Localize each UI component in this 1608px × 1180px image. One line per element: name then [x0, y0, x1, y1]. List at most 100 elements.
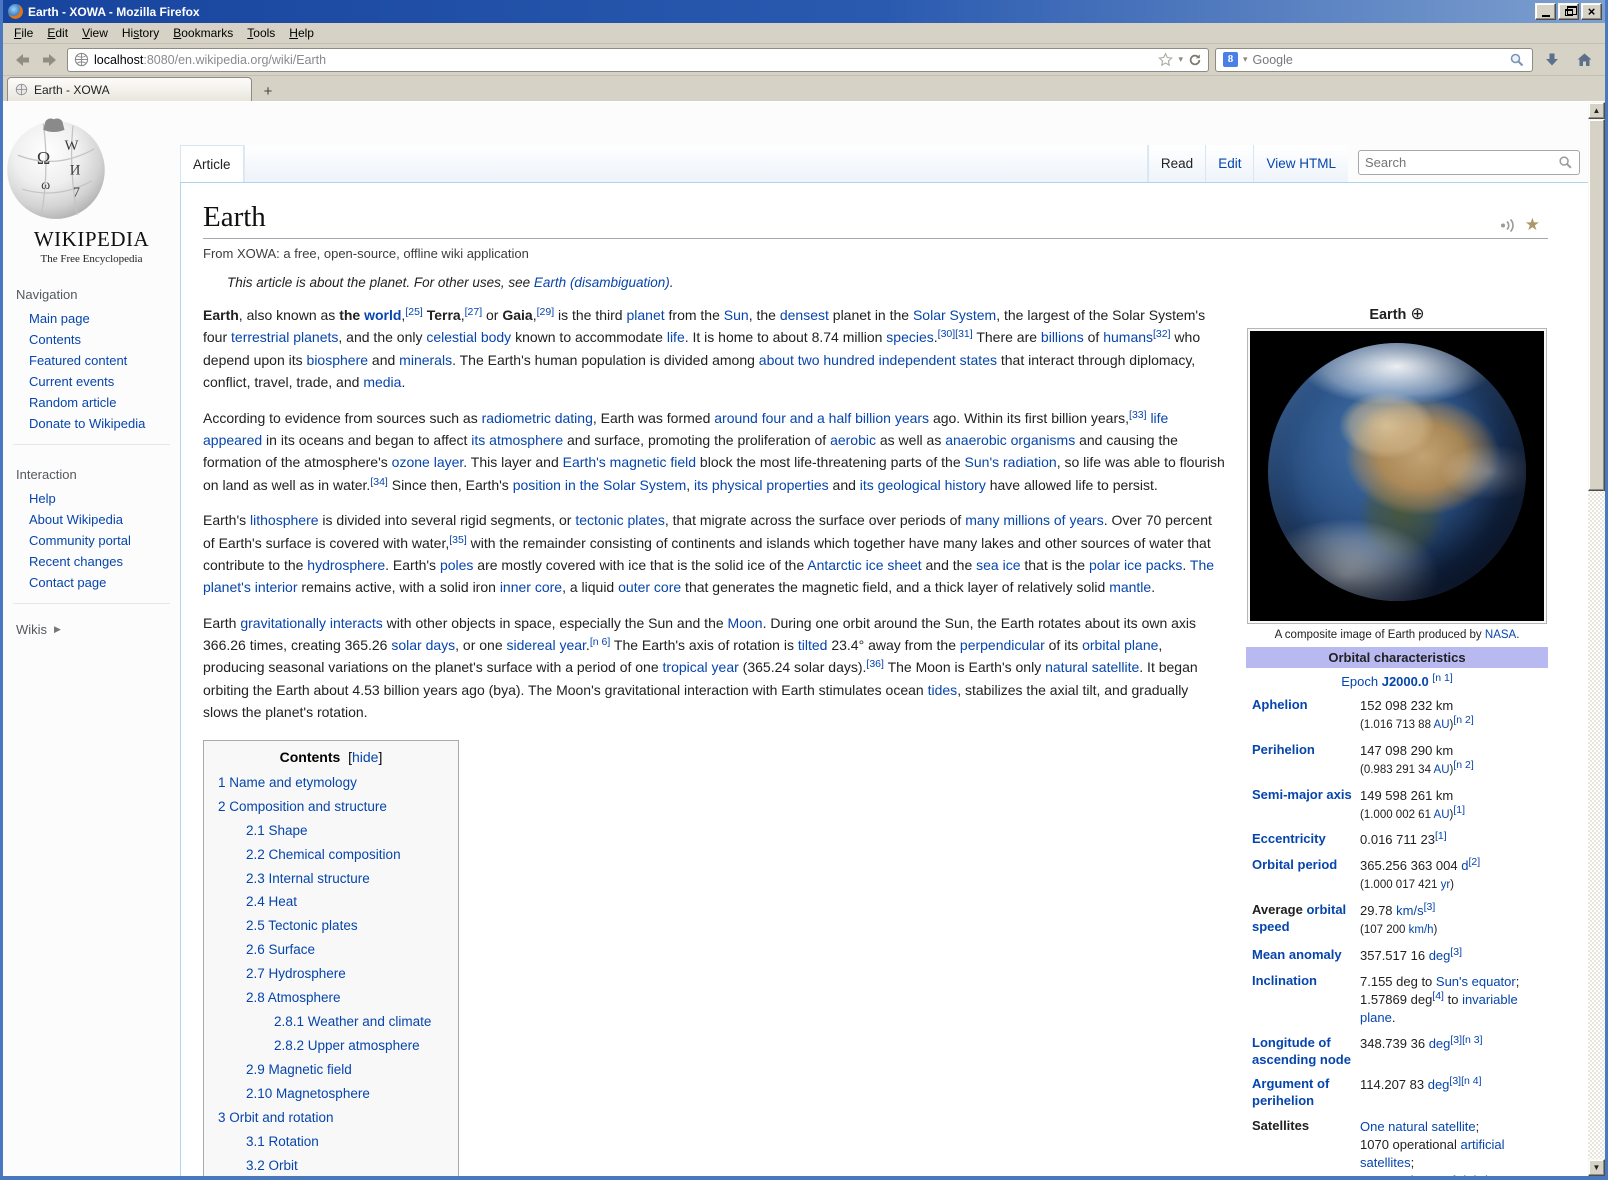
wiki-link[interactable]: tectonic plates: [575, 512, 665, 528]
wiki-link[interactable]: perpendicular: [960, 637, 1045, 653]
wiki-link[interactable]: [34]: [370, 476, 388, 488]
toc-link-2.10[interactable]: 2.10 Magnetosphere: [246, 1086, 370, 1101]
wiki-link[interactable]: planet: [626, 307, 664, 323]
tab-article[interactable]: Article: [180, 145, 244, 182]
wiki-link[interactable]: AU: [1434, 764, 1450, 776]
wiki-link[interactable]: J2000.0: [1382, 674, 1429, 689]
wiki-link[interactable]: tropical year: [663, 659, 739, 675]
toc-link-2.6[interactable]: 2.6 Surface: [246, 942, 315, 957]
url-bar[interactable]: localhost:8080/en.wikipedia.org/wiki/Ear…: [67, 48, 1209, 72]
wiki-link[interactable]: mantle: [1109, 579, 1151, 595]
toc-link-2.1[interactable]: 2.1 Shape: [246, 823, 308, 838]
wiki-link[interactable]: tilted: [798, 637, 828, 653]
earth-image-frame[interactable]: [1247, 328, 1547, 624]
menu-help[interactable]: Help: [282, 24, 321, 42]
wiki-link[interactable]: [36]: [866, 658, 884, 670]
wiki-search-icon[interactable]: [1558, 155, 1573, 170]
downloads-button[interactable]: [1539, 48, 1565, 72]
wiki-link[interactable]: densest: [780, 307, 829, 323]
wiki-link[interactable]: [35]: [449, 534, 467, 546]
wiki-link[interactable]: hydrosphere: [307, 557, 385, 573]
wiki-link[interactable]: [n 1]: [1432, 672, 1452, 684]
wiki-link[interactable]: Aphelion: [1252, 697, 1308, 712]
wiki-link[interactable]: [4]: [1432, 990, 1444, 1002]
wiki-link[interactable]: anaerobic organisms: [945, 432, 1075, 448]
wiki-link[interactable]: celestial body: [426, 329, 511, 345]
wiki-link[interactable]: Antarctic ice sheet: [807, 557, 921, 573]
wiki-link[interactable]: AU: [1434, 809, 1450, 821]
toc-link-1[interactable]: 1 Name and etymology: [218, 775, 357, 790]
wiki-link[interactable]: natural satellite: [1045, 659, 1139, 675]
wiki-link[interactable]: life: [667, 329, 685, 345]
sidebar-item-featured-content[interactable]: Featured content: [3, 350, 180, 371]
wiki-search-input[interactable]: [1365, 155, 1558, 170]
sidebar-item-help[interactable]: Help: [3, 488, 180, 509]
wiki-link[interactable]: [n 2]: [1453, 714, 1473, 726]
wiki-link[interactable]: NASA: [1485, 629, 1516, 641]
toc-link-3[interactable]: 3 Orbit and rotation: [218, 1110, 334, 1125]
wiki-link[interactable]: [3][n 4]: [1449, 1075, 1481, 1087]
wiki-link[interactable]: humans: [1103, 329, 1153, 345]
toc-link-2.5[interactable]: 2.5 Tectonic plates: [246, 918, 358, 933]
sidebar-item-random-article[interactable]: Random article: [3, 392, 180, 413]
wiki-link[interactable]: outer core: [618, 579, 681, 595]
close-button[interactable]: ×: [1581, 3, 1602, 20]
title-bar[interactable]: Earth - XOWA - Mozilla Firefox ×: [3, 0, 1605, 23]
wiki-link[interactable]: position in the Solar System: [513, 477, 687, 493]
wiki-link[interactable]: deg: [1428, 1077, 1450, 1092]
browser-search-bar[interactable]: 8 ▾ Google: [1215, 48, 1533, 72]
wiki-link[interactable]: Argument of perihelion: [1252, 1076, 1329, 1108]
browser-search-placeholder[interactable]: Google: [1253, 53, 1504, 67]
new-tab-button[interactable]: +: [256, 81, 280, 101]
wiki-link[interactable]: Orbital period: [1252, 857, 1337, 872]
wiki-link[interactable]: [1]: [1453, 804, 1465, 816]
wiki-link[interactable]: poles: [440, 557, 473, 573]
wiki-link[interactable]: [29]: [537, 306, 555, 318]
wiki-link[interactable]: AU: [1434, 719, 1450, 731]
wiki-link[interactable]: Earth's magnetic field: [563, 454, 696, 470]
sidebar-item-recent-changes[interactable]: Recent changes: [3, 551, 180, 572]
sidebar-item-contact-page[interactable]: Contact page: [3, 572, 180, 593]
wiki-link[interactable]: world: [364, 307, 401, 323]
forward-button[interactable]: [39, 49, 61, 71]
wiki-link[interactable]: [2]: [1468, 856, 1480, 868]
wiki-link[interactable]: Eccentricity: [1252, 831, 1326, 846]
tab-read[interactable]: Read: [1148, 145, 1205, 182]
wiki-link[interactable]: [3][n 3]: [1450, 1034, 1482, 1046]
menu-file[interactable]: File: [7, 24, 40, 42]
toc-link-3.1[interactable]: 3.1 Rotation: [246, 1134, 319, 1149]
sidebar-item-about-wikipedia[interactable]: About Wikipedia: [3, 509, 180, 530]
wiki-link[interactable]: km/s: [1396, 903, 1423, 918]
wiki-link[interactable]: yr: [1441, 879, 1451, 891]
reload-icon[interactable]: [1188, 53, 1202, 67]
wiki-link[interactable]: biosphere: [307, 352, 369, 368]
toc-link-2.3[interactable]: 2.3 Internal structure: [246, 871, 370, 886]
wiki-link[interactable]: many millions of years: [965, 512, 1104, 528]
wiki-link[interactable]: polar ice packs: [1089, 557, 1182, 573]
toc-link-3.2[interactable]: 3.2 Orbit: [246, 1158, 298, 1173]
wiki-link[interactable]: about two hundred independent states: [759, 352, 997, 368]
url-text[interactable]: localhost:8080/en.wikipedia.org/wiki/Ear…: [94, 53, 1153, 67]
wiki-link[interactable]: deg: [1429, 1036, 1451, 1051]
back-button[interactable]: [11, 49, 33, 71]
search-magnifier-icon[interactable]: [1509, 52, 1525, 68]
wiki-link[interactable]: Sun: [724, 307, 749, 323]
tab-edit[interactable]: Edit: [1205, 145, 1253, 182]
toc-link-2.9[interactable]: 2.9 Magnetic field: [246, 1062, 352, 1077]
wiki-link[interactable]: [3]: [1424, 901, 1436, 913]
google-engine-icon[interactable]: 8: [1223, 52, 1238, 67]
wiki-link[interactable]: [n 6]: [590, 636, 610, 648]
featured-star-icon[interactable]: ★: [1525, 215, 1540, 235]
toc-hide-link[interactable]: hide: [352, 749, 378, 765]
wiki-link[interactable]: tides: [928, 682, 958, 698]
wiki-link[interactable]: Sun's radiation: [965, 454, 1057, 470]
wiki-link[interactable]: species: [886, 329, 933, 345]
wiki-link[interactable]: Perihelion: [1252, 742, 1315, 757]
wiki-link[interactable]: Earth (disambiguation): [534, 275, 670, 290]
wiki-link[interactable]: its physical properties: [694, 477, 829, 493]
sidebar-item-current-events[interactable]: Current events: [3, 371, 180, 392]
wiki-link[interactable]: inner core: [500, 579, 562, 595]
wiki-link[interactable]: Inclination: [1252, 973, 1317, 988]
toc-link-2.2[interactable]: 2.2 Chemical composition: [246, 847, 401, 862]
wiki-link[interactable]: ozone layer: [392, 454, 464, 470]
